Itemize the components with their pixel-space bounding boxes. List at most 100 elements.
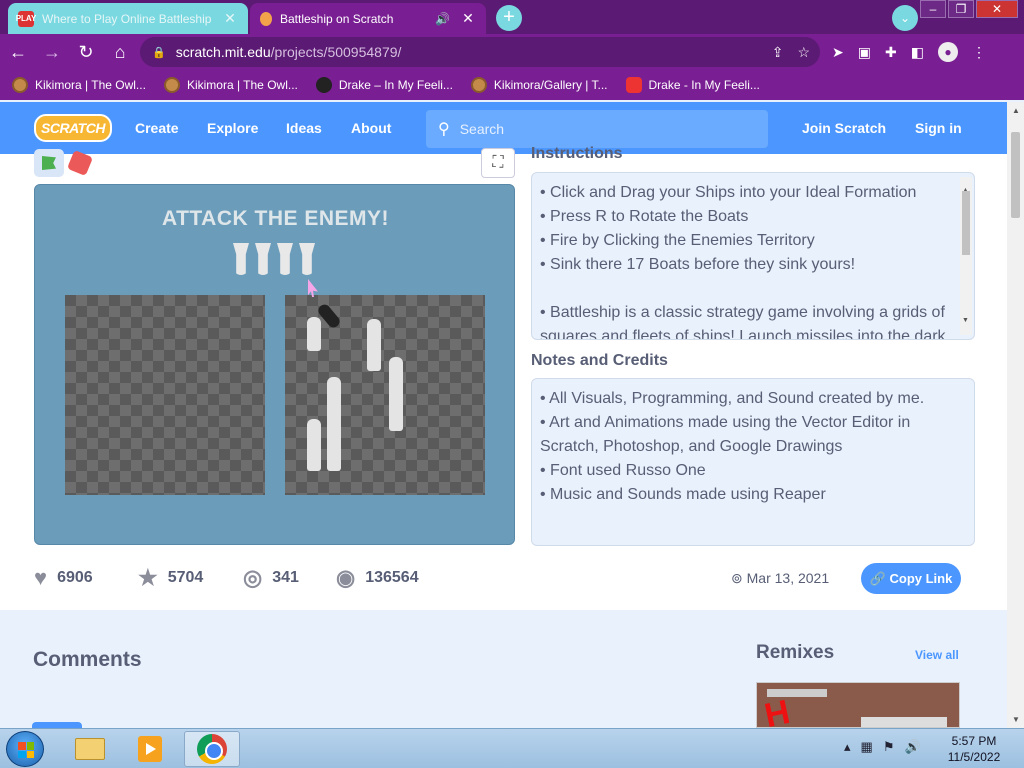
bookmark-item[interactable]: Drake – In My Feeli... <box>315 77 453 93</box>
nav-explore[interactable]: Explore <box>207 102 258 154</box>
tab-where-to-play[interactable]: PLAY Where to Play Online Battleship ✕ <box>8 3 248 34</box>
reload-icon[interactable]: ↻ <box>70 36 102 68</box>
notes-box[interactable]: • All Visuals, Programming, and Sound cr… <box>531 378 975 546</box>
ship[interactable] <box>389 357 403 431</box>
close-icon[interactable]: ✕ <box>222 10 238 27</box>
new-tab-button[interactable]: + <box>496 5 522 31</box>
show-hidden-icon[interactable]: ▴ <box>844 739 851 755</box>
copy-link-button[interactable]: 🔗 Copy Link <box>861 563 961 594</box>
nav-about[interactable]: About <box>351 102 391 154</box>
project-stage[interactable]: ATTACK THE ENEMY! <box>34 184 515 545</box>
bookmark-item[interactable]: Kikimora | The Owl... <box>12 77 146 93</box>
minimize-icon[interactable]: – <box>920 0 946 18</box>
bookmark-label: Kikimora | The Owl... <box>35 78 146 92</box>
scroll-down-icon[interactable]: ▼ <box>1012 715 1020 724</box>
search-placeholder: Search <box>459 121 505 137</box>
back-icon[interactable]: ← <box>2 36 34 68</box>
ship[interactable] <box>327 377 341 471</box>
nav-create[interactable]: Create <box>135 102 179 154</box>
speaker-icon[interactable]: 🔊 <box>435 12 450 26</box>
volume-icon[interactable]: 🔊 <box>904 739 920 755</box>
cursor-extension-icon[interactable]: ➤ <box>832 44 844 61</box>
taskbar-explorer[interactable] <box>62 731 118 767</box>
ship[interactable] <box>307 419 321 471</box>
views-stat: ◉ 136564 <box>336 565 419 590</box>
forward-icon[interactable]: → <box>36 36 68 68</box>
close-icon[interactable]: ✕ <box>460 10 476 27</box>
view-all-link[interactable]: View all <box>915 648 959 662</box>
fullscreen-icon[interactable]: ⛶ <box>481 148 515 178</box>
puzzle-icon[interactable]: ✚ <box>885 44 897 61</box>
action-center-icon[interactable]: ⚑ <box>883 739 895 755</box>
join-scratch-link[interactable]: Join Scratch <box>802 102 886 154</box>
remix-spiral-icon: ◎ <box>243 565 263 590</box>
favorites-stat[interactable]: ★ 5704 <box>138 565 204 590</box>
copy-link-label: Copy Link <box>889 571 953 586</box>
tab-search-icon[interactable]: ⌄ <box>892 5 918 31</box>
remix-thumbnail[interactable]: H <box>756 682 960 728</box>
taskbar-chrome[interactable] <box>184 731 240 767</box>
profile-icon[interactable]: ● <box>937 42 958 62</box>
search-icon: ⚲ <box>438 121 450 138</box>
youtube-icon <box>625 77 642 93</box>
search-input[interactable]: ⚲ Search <box>426 110 768 148</box>
scrollbar-thumb[interactable] <box>1011 132 1020 218</box>
instructions-line: • Fire by Clicking the Enemies Territory <box>540 232 815 249</box>
eye-icon: ◉ <box>336 565 356 590</box>
taskbar-media-player[interactable] <box>122 731 178 767</box>
bookmark-label: Drake – In My Feeli... <box>338 78 453 92</box>
thumb-shape <box>861 717 947 727</box>
scroll-up-icon[interactable]: ▲ <box>1012 106 1020 115</box>
ship[interactable] <box>367 319 381 371</box>
notes-line: Scratch, Photoshop, and Google Drawings <box>540 438 843 455</box>
missile-icon <box>233 243 249 275</box>
scrollbar-thumb[interactable] <box>962 191 970 255</box>
lock-icon[interactable]: 🔒 <box>152 46 166 59</box>
menu-dots-icon[interactable]: ⋮ <box>972 44 986 61</box>
ship[interactable] <box>307 317 321 351</box>
stage-title: ATTACK THE ENEMY! <box>161 207 390 230</box>
share-icon[interactable]: ⇪ <box>772 44 784 61</box>
bookmark-item[interactable]: Kikimora/Gallery | T... <box>470 77 608 93</box>
link-icon: 🔗 <box>869 571 890 586</box>
loves-stat[interactable]: ♥ 6906 <box>34 565 93 590</box>
remixes-title: Remixes <box>756 642 835 663</box>
comments-title: Comments <box>33 648 142 671</box>
instructions-line: squares and fleets of ships! Launch miss… <box>540 328 946 340</box>
page-scrollbar[interactable]: ▲ ▼ <box>1007 102 1024 728</box>
play-favicon-icon: PLAY <box>16 10 36 27</box>
tab-battleship-scratch[interactable]: Battleship on Scratch 🔊 ✕ <box>250 3 486 34</box>
clock-time: 5:57 PM <box>951 734 997 748</box>
maximize-icon[interactable]: ❐ <box>948 0 974 18</box>
favorites-count: 5704 <box>167 569 204 586</box>
sign-in-link[interactable]: Sign in <box>915 102 962 154</box>
home-icon[interactable]: ⌂ <box>104 36 136 68</box>
image-extension-icon[interactable]: ▣ <box>858 44 871 61</box>
bookmark-label: Kikimora | The Owl... <box>186 78 298 92</box>
url-path: /projects/500954879/ <box>270 44 402 60</box>
window-close-icon[interactable]: ✕ <box>976 0 1018 18</box>
windows-taskbar: ▴ ▦ ⚑ 🔊 5:57 PM 11/5/2022 <box>0 728 1024 768</box>
instructions-line: • Sink there 17 Boats before they sink y… <box>540 256 856 273</box>
network-icon[interactable]: ▦ <box>861 739 873 755</box>
missile-icon <box>299 243 315 275</box>
scratch-navbar: SCRATCH Create Explore Ideas About ⚲ Sea… <box>0 102 1007 154</box>
enemy-grid[interactable] <box>65 295 265 495</box>
nav-ideas[interactable]: Ideas <box>286 102 322 154</box>
green-flag-button[interactable] <box>34 149 64 177</box>
scroll-down-icon[interactable]: ▼ <box>962 309 969 333</box>
bookmark-star-icon[interactable]: ☆ <box>797 44 810 61</box>
start-button[interactable] <box>6 731 44 767</box>
bookmark-item[interactable]: Drake - In My Feeli... <box>625 77 760 93</box>
owl-icon <box>12 77 28 93</box>
address-bar[interactable]: 🔒 scratch.mit.edu/projects/500954879/ ⇪ … <box>140 37 820 67</box>
calendar-icon: ⊚ <box>731 570 747 586</box>
instructions-scrollbar[interactable]: ▲ ▼ <box>960 177 972 335</box>
player-grid[interactable] <box>285 295 485 495</box>
side-panel-icon[interactable]: ◧ <box>911 44 924 61</box>
instructions-box[interactable]: • Click and Drag your Ships into your Id… <box>531 172 975 340</box>
taskbar-clock[interactable]: 5:57 PM 11/5/2022 <box>944 733 1004 765</box>
date-text: Mar 13, 2021 <box>746 570 830 586</box>
bookmark-item[interactable]: Kikimora | The Owl... <box>163 77 298 93</box>
scratch-logo[interactable]: SCRATCH <box>34 114 112 142</box>
